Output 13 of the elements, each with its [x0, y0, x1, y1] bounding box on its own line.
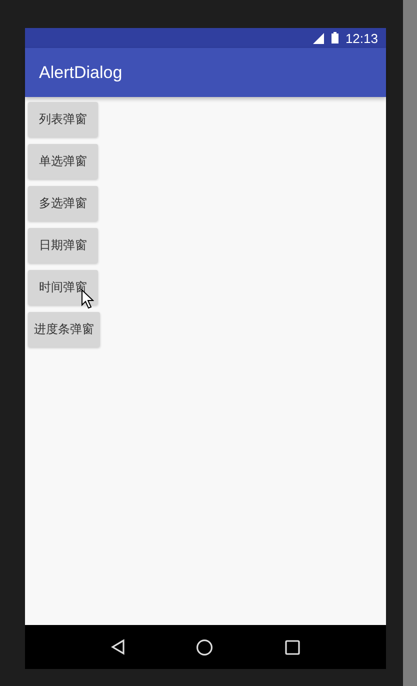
- home-icon[interactable]: [196, 638, 214, 656]
- status-time: 12:13: [345, 30, 378, 46]
- recents-icon[interactable]: [285, 640, 300, 654]
- back-icon[interactable]: [110, 639, 125, 655]
- signal-icon: [311, 32, 326, 44]
- dialog-button[interactable]: 单选弹窗: [28, 144, 98, 179]
- dialog-button[interactable]: 列表弹窗: [28, 102, 98, 137]
- app-title: AlertDialog: [39, 62, 122, 82]
- dialog-button[interactable]: 进度条弹窗: [28, 312, 100, 347]
- dialog-button[interactable]: 时间弹窗: [28, 270, 98, 305]
- battery-icon: [331, 32, 340, 44]
- dialog-button[interactable]: 多选弹窗: [28, 186, 98, 221]
- dialog-button[interactable]: 日期弹窗: [28, 228, 98, 263]
